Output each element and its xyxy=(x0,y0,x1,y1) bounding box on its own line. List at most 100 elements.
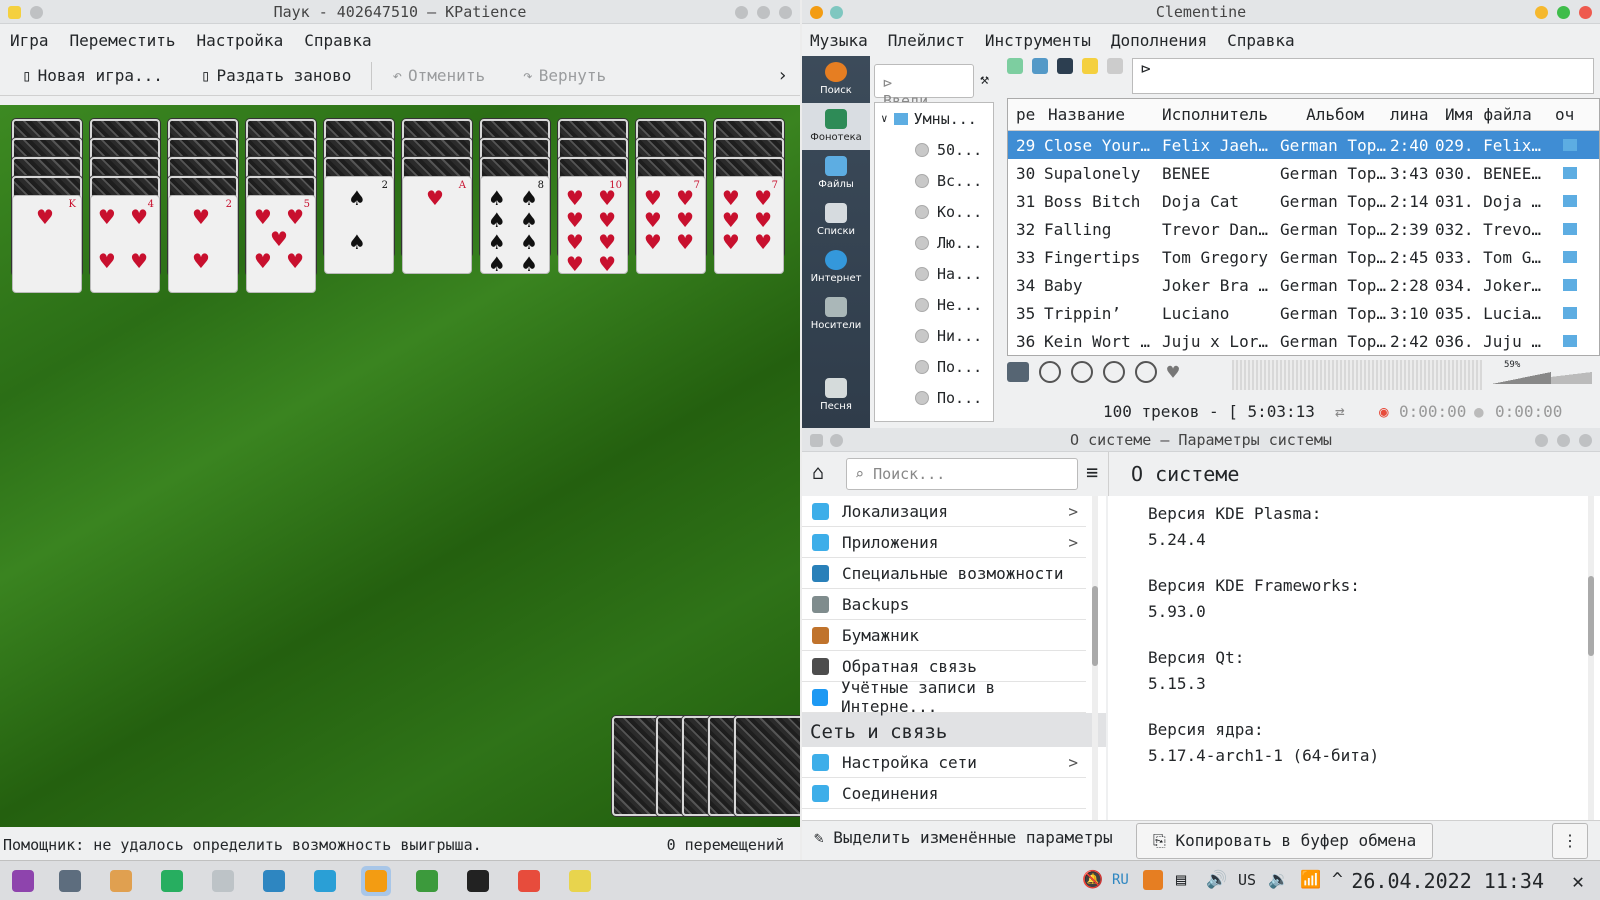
menu-game[interactable]: Игра xyxy=(10,31,49,50)
volume-icon[interactable]: 🔊 xyxy=(1206,870,1227,890)
close-button[interactable] xyxy=(779,6,792,19)
content-scrollbar[interactable] xyxy=(1588,496,1594,820)
wrench-icon[interactable]: ⚒ xyxy=(980,70,989,88)
redo-icon[interactable] xyxy=(1107,58,1123,74)
playing-card[interactable]: 2 ♠ ♠ xyxy=(324,176,394,274)
play-button[interactable] xyxy=(1071,361,1093,383)
progress-dot[interactable]: ● xyxy=(1474,402,1484,421)
menu-settings[interactable]: Настройка xyxy=(197,31,284,50)
content-scrollbar-thumb[interactable] xyxy=(1588,576,1594,656)
menu-playlist[interactable]: Плейлист xyxy=(888,31,965,50)
stock-pile[interactable] xyxy=(612,716,800,819)
tree-item[interactable]: Лю... xyxy=(875,227,993,258)
next-button[interactable] xyxy=(1135,361,1157,383)
undo-icon[interactable] xyxy=(1082,58,1098,74)
tree-item[interactable]: Не... xyxy=(875,289,993,320)
table-row[interactable]: 30 Supalonely BENEE German Top… 3:43 030. BEN… xyxy=(1008,159,1599,187)
clementine-tray-icon[interactable] xyxy=(1143,870,1163,890)
new-game-button[interactable]: ▯ Новая игра... xyxy=(22,66,163,85)
taskbar-sublime-icon[interactable] xyxy=(208,866,238,896)
taskbar-telegram-icon[interactable] xyxy=(310,866,340,896)
library-search-input[interactable]: ⊳ Введи... xyxy=(874,64,974,110)
tree-item[interactable]: По... xyxy=(875,382,993,413)
tree-item[interactable]: На... xyxy=(875,258,993,289)
chevron-right-icon[interactable]: › xyxy=(777,65,788,86)
playing-card[interactable]: A ♥ xyxy=(402,176,472,274)
tree-item[interactable]: Вс... xyxy=(875,165,993,196)
game-table[interactable]: K ♥ 4 ♥ ♥ ♥ ♥ 2 ♥ ♥ 5 ♥ ♥ ♥ ♥ ♥ 2 ♠ ♠ A ♥ 8 ♠ ♠ ♠ ♠ ♠… xyxy=(0,105,800,827)
print-icon[interactable] xyxy=(1032,58,1048,74)
taskbar-files-icon[interactable] xyxy=(106,866,136,896)
col-title[interactable]: Название xyxy=(1042,105,1158,124)
taskbar-notes-icon[interactable] xyxy=(565,866,595,896)
playing-card[interactable]: 2 ♥ ♥ xyxy=(168,195,238,293)
chevron-up-icon[interactable]: ^ xyxy=(1332,869,1343,890)
speaker-icon[interactable]: 🔉 xyxy=(1268,870,1289,890)
show-desktop-icon[interactable]: ✕ xyxy=(1572,869,1584,893)
table-row[interactable]: 36 Kein Wort … Juju x Lor… German Top… 2:42 0… xyxy=(1008,327,1599,355)
lastfm-icon[interactable]: ◉ xyxy=(1379,402,1389,421)
menu-music[interactable]: Музыка xyxy=(810,31,868,50)
col-filename[interactable]: Имя файла xyxy=(1435,105,1555,124)
taskbar-mail-icon[interactable] xyxy=(259,866,289,896)
table-row[interactable]: 33 Fingertips Tom Gregory German Top… 2:45 03… xyxy=(1008,243,1599,271)
table-row[interactable]: 29 Close Your… Felix Jaeh… German Top… 2:40 0… xyxy=(1008,131,1599,159)
menu-tools[interactable]: Инструменты xyxy=(985,31,1091,50)
wifi-icon[interactable]: 📶 xyxy=(1300,870,1321,890)
redo-button[interactable]: ↷ Вернуть xyxy=(523,66,606,85)
col-track[interactable]: ре xyxy=(1008,105,1042,124)
minimize-button[interactable] xyxy=(1535,434,1548,447)
volume-slider[interactable]: 59% xyxy=(1492,360,1592,390)
sidebar-devices[interactable]: Носители xyxy=(802,291,870,338)
taskbar-kpatience-icon[interactable] xyxy=(514,866,544,896)
close-button[interactable] xyxy=(1579,6,1592,19)
table-row[interactable]: 31 Boss Bitch Doja Cat German Top… 2:14 031. … xyxy=(1008,187,1599,215)
stock-card[interactable] xyxy=(734,716,800,816)
settings-item[interactable]: Приложения > xyxy=(802,527,1086,558)
undo-button[interactable]: ↶ Отменить xyxy=(392,66,485,85)
sidebar-files[interactable]: Файлы xyxy=(802,150,870,197)
taskbar-sync-icon[interactable] xyxy=(157,866,187,896)
sidebar-scrollbar[interactable] xyxy=(1092,496,1098,820)
more-options-button[interactable]: ⋮ xyxy=(1552,823,1588,859)
col-length[interactable]: лина xyxy=(1390,105,1435,124)
kpatience-titlebar[interactable]: Паук - 402647510 — KPatience xyxy=(0,0,800,24)
settings-item[interactable]: Соединения xyxy=(802,778,1086,809)
tree-item[interactable]: Ни... xyxy=(875,320,993,351)
visualization-icon[interactable] xyxy=(1007,362,1029,382)
minimize-button[interactable] xyxy=(1535,6,1548,19)
taskbar-app-launcher-icon[interactable] xyxy=(8,866,38,896)
maximize-button[interactable] xyxy=(1557,6,1570,19)
settings-item[interactable]: Локализация > xyxy=(802,496,1086,527)
tree-item[interactable]: Ко... xyxy=(875,196,993,227)
settings-item[interactable]: Специальные возможности xyxy=(802,558,1086,589)
col-queue[interactable]: оч xyxy=(1555,105,1585,124)
maximize-button[interactable] xyxy=(757,6,770,19)
settings-titlebar[interactable]: О системе — Параметры системы xyxy=(802,428,1600,452)
playing-card[interactable]: 10 ♥ ♥ ♥ ♥ ♥ ♥ ♥ ♥ xyxy=(558,176,628,275)
tree-item[interactable]: 50... xyxy=(875,134,993,165)
playing-card[interactable]: 4 ♥ ♥ ♥ ♥ xyxy=(90,195,160,293)
settings-item[interactable]: Настройка сети > xyxy=(802,747,1086,778)
maximize-button[interactable] xyxy=(1557,434,1570,447)
tree-item[interactable]: По... xyxy=(875,351,993,382)
settings-item[interactable]: Backups xyxy=(802,589,1086,620)
repeat-shuffle-icon[interactable]: ⇄ xyxy=(1335,402,1345,421)
close-button[interactable] xyxy=(1579,434,1592,447)
settings-search-input[interactable]: ⌕ Поиск... xyxy=(846,458,1078,490)
playing-card[interactable]: 8 ♠ ♠ ♠ ♠ ♠ ♠ ♠ ♠ xyxy=(480,176,550,275)
sidebar-search[interactable]: Поиск xyxy=(802,56,870,103)
clipboard-icon[interactable]: ▤ xyxy=(1176,870,1186,890)
sidebar-library[interactable]: Фонотека xyxy=(802,103,870,150)
highlight-changed-button[interactable]: ✎ Выделить изменённые параметры xyxy=(814,828,1113,847)
menu-help[interactable]: Справка xyxy=(1227,31,1294,50)
taskbar-clementine-icon[interactable] xyxy=(361,866,391,896)
hamburger-menu-icon[interactable]: ≡ xyxy=(1086,460,1098,484)
copy-to-clipboard-button[interactable]: ⎘ Копировать в буфер обмена xyxy=(1136,823,1434,859)
new-playlist-icon[interactable] xyxy=(1007,58,1023,74)
taskbar-toggle-icon[interactable] xyxy=(55,866,85,896)
playlist-filter-input[interactable]: ⊳ xyxy=(1132,58,1594,94)
home-icon[interactable]: ⌂ xyxy=(812,460,824,484)
settings-item[interactable]: Учётные записи в Интерне... xyxy=(802,678,1086,716)
menu-extras[interactable]: Дополнения xyxy=(1111,31,1207,50)
